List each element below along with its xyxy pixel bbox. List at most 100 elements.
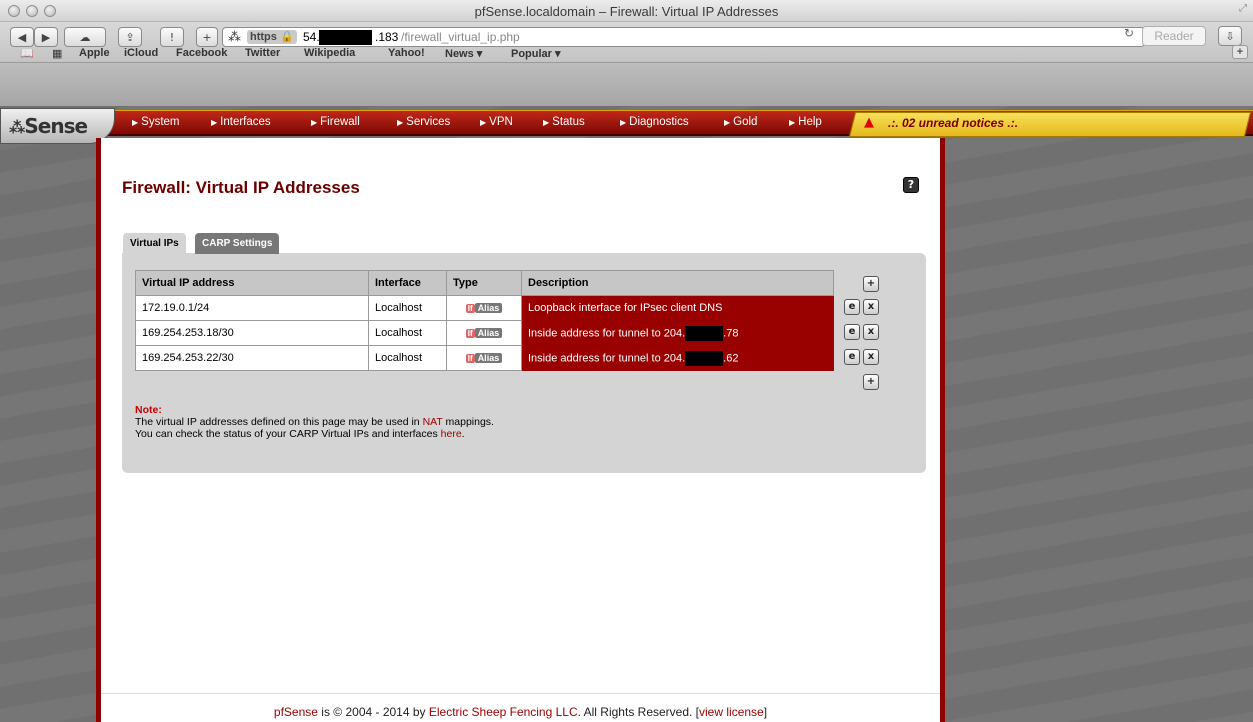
alias-badge: Alias (474, 303, 503, 314)
top-sites-icon[interactable]: ▦ (52, 47, 62, 60)
nav-gold[interactable]: ▶ Gold (724, 116, 757, 128)
description-cell: Inside address for tunnel to 204. .78 (521, 320, 834, 346)
table-row[interactable]: 172.19.0.1/24 Localhost If Alias Loopback… (135, 295, 834, 321)
pfsense-link[interactable]: pfSense (274, 705, 318, 719)
downloads-icon: ⇩ (1225, 29, 1235, 43)
note-line-2: You can check the status of your CARP Vi… (135, 428, 465, 440)
bookmark-facebook[interactable]: Facebook (176, 47, 227, 59)
caret-right-icon: ▶ (724, 118, 731, 127)
alias-badge: Alias (474, 353, 503, 364)
reading-list-icon[interactable]: 📖 (20, 47, 34, 60)
interface-cell: Localhost (368, 295, 447, 321)
nav-status[interactable]: ▶ Status (543, 116, 585, 128)
type-cell: If Alias (446, 320, 522, 346)
reload-icon[interactable]: ↻ (1124, 26, 1134, 40)
edit-button[interactable]: e (844, 324, 860, 340)
fullscreen-icon[interactable]: ⤢ (1239, 3, 1247, 14)
view-license-link[interactable]: view license (699, 705, 764, 719)
share-icon: ⇪ (125, 30, 135, 44)
virtual-ip-table: Virtual IP address Interface Type Descri… (135, 270, 834, 371)
note-title: Note: (135, 404, 162, 416)
caret-right-icon: ▶ (211, 118, 218, 127)
edit-icon: e (848, 326, 856, 337)
edit-icon: e (848, 351, 856, 362)
add-bookmark-button[interactable]: + (1232, 45, 1248, 59)
caret-right-icon: ▶ (132, 118, 139, 127)
if-badge: If (465, 328, 475, 338)
bookmark-wikipedia[interactable]: Wikipedia (304, 47, 355, 59)
cloud-icon: ☁ (79, 30, 91, 44)
carp-status-link[interactable]: here (441, 428, 462, 440)
https-lock-badge: https 🔒 (247, 30, 297, 44)
bookmarks-bar: 📖 ▦ Apple iCloud Facebook Twitter Wikipe… (0, 44, 1253, 62)
logo-text: Sense (24, 114, 88, 138)
footer: pfSense is © 2004 - 2014 by Electric She… (273, 705, 768, 719)
plus-icon: + (202, 30, 212, 44)
downloads-button[interactable]: ⇩ (1218, 26, 1242, 46)
forward-arrow-icon: ▶ (41, 30, 51, 44)
bookmark-popular[interactable]: Popular ▾ (511, 47, 561, 60)
window-titlebar: pfSense.localdomain – Firewall: Virtual … (0, 0, 1253, 22)
caret-right-icon: ▶ (543, 118, 550, 127)
caret-right-icon: ▶ (620, 118, 627, 127)
ip-cell: 172.19.0.1/24 (135, 295, 369, 321)
delete-button[interactable]: x (863, 299, 879, 315)
interface-cell: Localhost (368, 320, 447, 346)
nav-firewall[interactable]: ▶ Firewall (311, 116, 360, 128)
if-badge: If (465, 353, 475, 363)
add-vip-button-top[interactable]: + (863, 276, 879, 292)
ip-cell: 169.254.253.22/30 (135, 345, 369, 371)
delete-button[interactable]: x (863, 324, 879, 340)
bookmark-news[interactable]: News ▾ (445, 47, 482, 60)
redacted-block (319, 30, 372, 45)
nav-system[interactable]: ▶ System (132, 116, 180, 128)
if-badge: If (465, 303, 475, 313)
bookmark-apple[interactable]: Apple (79, 47, 110, 59)
interface-cell: Localhost (368, 345, 447, 371)
tab-strip (0, 62, 1253, 106)
redacted-block (685, 350, 724, 366)
unread-notices-link[interactable]: .:. 02 unread notices .:. (888, 116, 1018, 130)
nav-help[interactable]: ▶ Help (789, 116, 822, 128)
nav-diagnostics[interactable]: ▶ Diagnostics (620, 116, 689, 128)
table-header-row: Virtual IP address Interface Type Descri… (135, 270, 834, 296)
help-icon[interactable]: ? (903, 177, 919, 193)
add-vip-button-bottom[interactable]: + (863, 374, 879, 390)
nav-vpn[interactable]: ▶ VPN (480, 116, 513, 128)
caret-right-icon: ▶ (789, 118, 796, 127)
bookmark-twitter[interactable]: Twitter (245, 47, 280, 59)
window-title: pfSense.localdomain – Firewall: Virtual … (474, 4, 779, 19)
delete-button[interactable]: x (863, 349, 879, 365)
esf-link[interactable]: Electric Sheep Fencing LLC (429, 705, 578, 719)
footer-divider (101, 693, 940, 694)
edit-button[interactable]: e (844, 349, 860, 365)
col-header-interface: Interface (368, 270, 447, 296)
bookmark-icloud[interactable]: iCloud (124, 47, 158, 59)
delete-icon: x (867, 301, 875, 312)
note-line-1: The virtual IP addresses defined on this… (135, 416, 494, 428)
delete-icon: x (867, 351, 875, 362)
nav-services[interactable]: ▶ Services (397, 116, 450, 128)
tab-virtual-ips[interactable]: Virtual IPs (123, 233, 186, 254)
col-header-description: Description (521, 270, 834, 296)
lock-icon: 🔒 (279, 31, 294, 43)
plus-icon: + (866, 376, 876, 387)
redacted-block (685, 325, 724, 341)
nav-interfaces[interactable]: ▶ Interfaces (211, 116, 271, 128)
pf-logo-icon: ⁂ (9, 118, 25, 137)
tab-carp-settings[interactable]: CARP Settings (195, 233, 280, 254)
caret-right-icon: ▶ (397, 118, 404, 127)
exclamation-icon: ! (169, 30, 175, 44)
table-row[interactable]: 169.254.253.18/30 Localhost If Alias Insi… (135, 320, 834, 346)
edit-button[interactable]: e (844, 299, 860, 315)
nat-link[interactable]: NAT (423, 416, 443, 428)
reader-button[interactable]: Reader (1142, 26, 1206, 46)
type-cell: If Alias (446, 345, 522, 371)
bookmark-yahoo[interactable]: Yahoo! (388, 47, 425, 59)
delete-icon: x (867, 326, 875, 337)
note-block: Note: The virtual IP addresses defined o… (135, 404, 494, 440)
warning-icon: ▲ (864, 115, 874, 130)
caret-right-icon: ▶ (480, 118, 487, 127)
description-cell: Inside address for tunnel to 204. .62 (521, 345, 834, 371)
table-row[interactable]: 169.254.253.22/30 Localhost If Alias Insi… (135, 345, 834, 371)
